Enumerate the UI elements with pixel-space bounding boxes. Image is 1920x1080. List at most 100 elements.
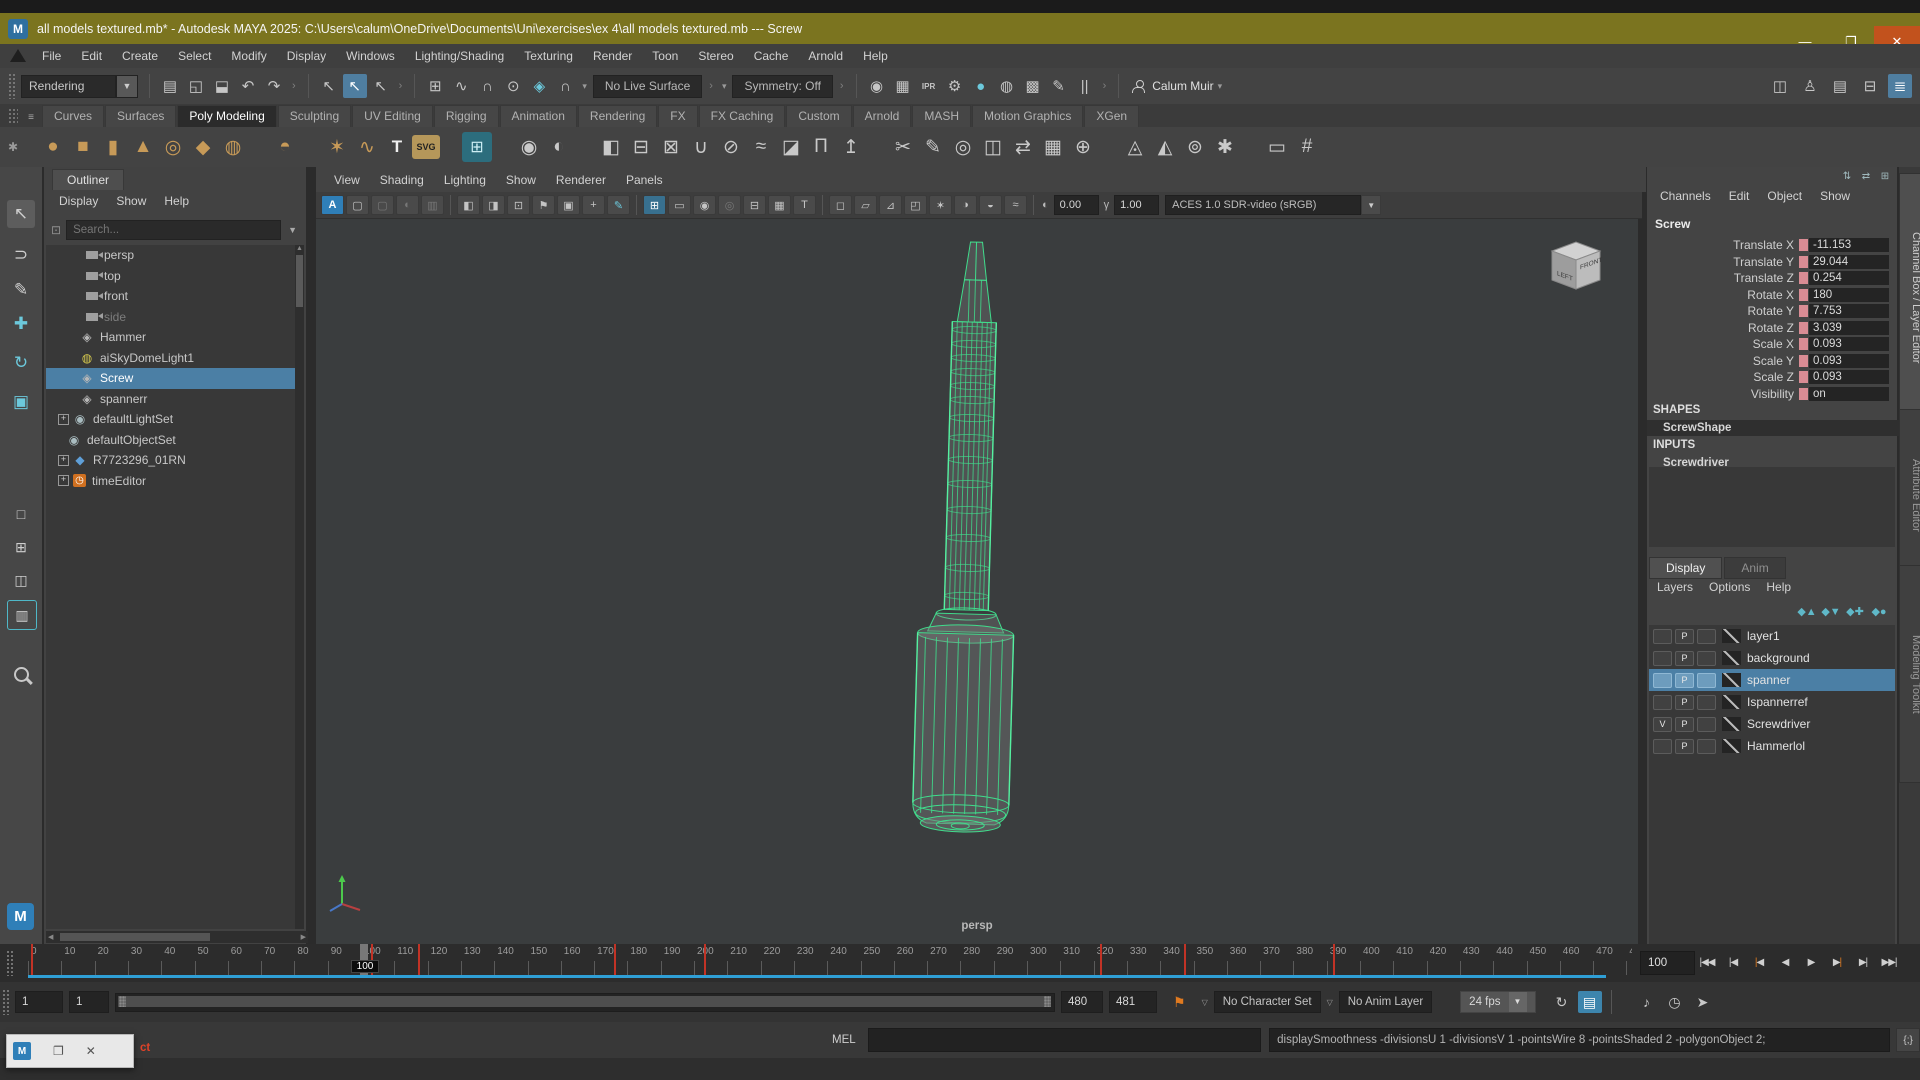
viewport-menu-lighting[interactable]: Lighting	[434, 173, 496, 187]
field-chart-icon[interactable]: ⊟	[743, 195, 766, 215]
layer-row-ispannerref[interactable]: P Ispannerref	[1649, 691, 1895, 713]
channel-value-field[interactable]: 0.254	[1809, 271, 1889, 286]
default-lighting-icon[interactable]: ✶	[929, 195, 952, 215]
undo-icon[interactable]: ↶	[236, 74, 260, 98]
keyed-indicator[interactable]	[1799, 288, 1808, 301]
make-live-grid-icon[interactable]: ⊞	[462, 132, 492, 162]
scroll-thumb[interactable]	[60, 933, 210, 941]
user-account-menu[interactable]: Calum Muir ▾	[1132, 79, 1226, 93]
isolate-select-icon[interactable]: ◰	[904, 195, 927, 215]
rotate-tool[interactable]: ↻	[7, 349, 35, 377]
resolution-gate-icon[interactable]: ◉	[693, 195, 716, 215]
layer-display-type-toggle[interactable]	[1697, 716, 1716, 732]
target-weld-icon[interactable]: ◎	[948, 132, 978, 162]
layer-playback-toggle[interactable]: P	[1675, 672, 1694, 688]
go-to-start-button[interactable]: |◀◀	[1694, 950, 1720, 975]
viewport-panel[interactable]: View Shading Lighting Show Renderer Panels A ▢…	[316, 167, 1646, 944]
ep-curve-icon[interactable]: ∿	[352, 132, 382, 162]
exposure-field[interactable]: 0.00	[1053, 195, 1099, 215]
range-slider-inner[interactable]	[118, 995, 1050, 1007]
outliner-item-defaultlightset[interactable]: + ◉ defaultLightSet	[46, 409, 304, 430]
safe-title-icon[interactable]: T	[793, 195, 816, 215]
channel-value-field[interactable]: 0.093	[1809, 370, 1889, 385]
poly-plane-icon[interactable]: ◆	[188, 132, 218, 162]
channel-value-field[interactable]: 0.093	[1809, 353, 1889, 368]
expand-icon[interactable]: ⊞	[1877, 169, 1893, 183]
outliner-item-top[interactable]: top	[46, 266, 304, 287]
smooth-icon[interactable]: ≈	[746, 132, 776, 162]
channel-value-field[interactable]: on	[1809, 386, 1889, 401]
camera-icon[interactable]: ◧	[457, 195, 480, 215]
keyed-indicator[interactable]	[1799, 272, 1808, 285]
chevron-down-icon[interactable]: ▼	[288, 225, 297, 235]
layer-display-type-toggle[interactable]	[1697, 694, 1716, 710]
layer-row-spanner[interactable]: Pspanner	[1649, 669, 1895, 691]
menu-lighting-shading[interactable]: Lighting/Shading	[405, 49, 514, 63]
step-forward-frame-button[interactable]: ▶|	[1850, 950, 1876, 975]
sync-playback-icon[interactable]: ◷	[1663, 991, 1687, 1013]
collapse-chevron-icon[interactable]: ›	[840, 80, 844, 92]
step-back-key-button[interactable]: | ◀	[1746, 950, 1772, 975]
channel-value-field[interactable]: 180	[1809, 287, 1889, 302]
outliner-item-defaultobjectset[interactable]: ◉ defaultObjectSet	[46, 430, 304, 451]
restore-icon[interactable]: ❐	[53, 1044, 64, 1058]
layer-row-background[interactable]: Pbackground	[1649, 647, 1895, 669]
shelf-tab-uv-editing[interactable]: UV Editing	[352, 105, 433, 127]
range-handle-right[interactable]	[1044, 995, 1051, 1007]
outliner-item-front[interactable]: front	[46, 286, 304, 307]
outliner-menu-help[interactable]: Help	[155, 194, 198, 208]
select-tool[interactable]: ↖	[7, 200, 35, 228]
viewport-menu-view[interactable]: View	[324, 173, 370, 187]
collapse-chevron-icon[interactable]: ›	[399, 80, 403, 92]
grease-pencil-icon[interactable]: ✎	[607, 195, 630, 215]
playback-loop-icon[interactable]: ↻	[1550, 991, 1574, 1013]
shelf-tab-mash[interactable]: MASH	[912, 105, 972, 127]
outliner-tab[interactable]: Outliner	[52, 169, 125, 190]
script-editor-icon[interactable]: {;}	[1896, 1028, 1920, 1052]
textured-mode-icon[interactable]: ▥	[421, 195, 444, 215]
camera-lock-icon[interactable]: ◨	[482, 195, 505, 215]
safe-action-icon[interactable]: ▦	[768, 195, 791, 215]
paint-effects-icon[interactable]: ✎	[1047, 74, 1071, 98]
shelf-tab-sculpting[interactable]: Sculpting	[277, 105, 352, 127]
layer-tab-anim[interactable]: Anim	[1724, 557, 1786, 579]
mute-audio-icon[interactable]: ♪	[1635, 991, 1659, 1013]
render-view-icon[interactable]: ◉	[865, 74, 889, 98]
new-layer-from-selected-icon[interactable]: ◆●	[1869, 603, 1889, 619]
shelf-tab-motion-graphics[interactable]: Motion Graphics	[972, 105, 1084, 127]
expand-icon[interactable]: +	[58, 475, 69, 487]
channel-value-field[interactable]: -11.153	[1809, 238, 1889, 253]
keyed-indicator[interactable]	[1799, 354, 1808, 367]
shelf-tab-animation[interactable]: Animation	[499, 105, 577, 127]
outliner-menu-show[interactable]: Show	[107, 194, 155, 208]
keyed-indicator[interactable]	[1799, 239, 1808, 252]
expand-icon[interactable]: +	[58, 454, 69, 466]
svg-tool-icon[interactable]: SVG	[412, 135, 440, 159]
layer-display-type-toggle[interactable]	[1697, 628, 1716, 644]
view-cube[interactable]: LEFT FRONT	[1540, 235, 1612, 307]
time-slider[interactable]: 0102030405060708090100110120130140150160…	[0, 944, 1920, 982]
layer-row-hammerlol[interactable]: P Hammerlol	[1649, 735, 1895, 757]
outliner-item-timeeditor[interactable]: + ◷ timeEditor	[46, 471, 304, 492]
layer-playback-toggle[interactable]: P	[1675, 650, 1694, 666]
type-tool-icon[interactable]: T	[382, 132, 412, 162]
poly-disc-icon[interactable]: ◍	[218, 132, 248, 162]
menu-select[interactable]: Select	[168, 49, 221, 63]
pin-icon[interactable]: ⇅	[1839, 169, 1855, 183]
shelf-tab-rigging[interactable]: Rigging	[433, 105, 499, 127]
keyed-indicator[interactable]	[1799, 321, 1808, 334]
keyed-indicator[interactable]	[1799, 338, 1808, 351]
platonic-solid-icon[interactable]: ◓	[270, 132, 300, 162]
layer-display-type-toggle[interactable]	[1697, 738, 1716, 754]
menu-edit[interactable]: Edit	[71, 49, 112, 63]
pinch-brush-icon[interactable]: ✱	[1210, 132, 1240, 162]
layer-playback-toggle[interactable]: P	[1675, 716, 1694, 732]
append-polygon-icon[interactable]: ⊕	[1068, 132, 1098, 162]
boolean-intersect-icon[interactable]: ⊠	[656, 132, 686, 162]
range-handle-left[interactable]	[119, 995, 126, 1007]
collapse-chevron-icon[interactable]: ›	[709, 80, 713, 92]
search-input[interactable]	[66, 220, 282, 240]
hypershade-render-icon[interactable]: ◍	[995, 74, 1019, 98]
layer-tab-display[interactable]: Display	[1649, 557, 1723, 579]
character-set-dropdown[interactable]: No Character Set	[1213, 991, 1321, 1013]
